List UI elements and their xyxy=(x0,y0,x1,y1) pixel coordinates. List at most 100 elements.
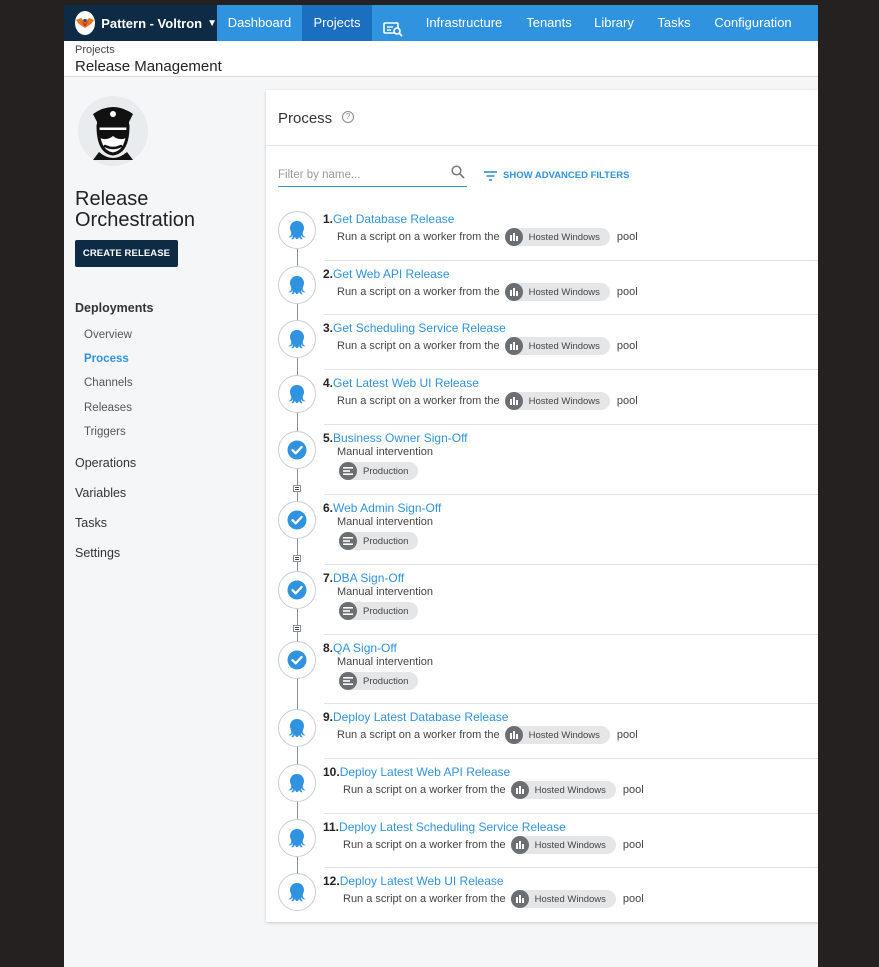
step-desc-text: Run a script on a worker from the xyxy=(337,340,500,352)
nav-projects[interactable]: Projects xyxy=(302,5,372,41)
step-desc-text: Run a script on a worker from the xyxy=(337,231,500,243)
environment-icon xyxy=(339,602,357,620)
step-name-link[interactable]: Deploy Latest Database Release xyxy=(333,710,508,724)
step-desc-text: Run a script on a worker from the xyxy=(337,395,500,407)
step-title: 10.Deploy Latest Web API Release xyxy=(323,765,510,779)
step-title: 2.Get Web API Release xyxy=(323,267,450,281)
worker-pool-chip[interactable]: Hosted Windows xyxy=(504,228,610,246)
environment-chip[interactable]: Production xyxy=(339,532,419,550)
sidebar-item-overview[interactable]: Overview xyxy=(84,329,132,341)
space-name: Pattern - Voltron xyxy=(101,15,203,31)
caret-down-icon: ▼ xyxy=(207,17,217,29)
process-title: Process xyxy=(278,110,333,127)
nav-library[interactable]: Library xyxy=(584,5,644,41)
breadcrumb[interactable]: Projects xyxy=(75,44,115,56)
step-divider xyxy=(324,369,818,370)
filter-input[interactable] xyxy=(278,165,443,185)
step-description: Manual intervention xyxy=(337,446,434,458)
nav-dashboard[interactable]: Dashboard xyxy=(217,5,302,41)
sidebar-item-process[interactable]: Process xyxy=(84,353,129,365)
nav-tenants[interactable]: Tenants xyxy=(514,5,584,41)
step-name-link[interactable]: Business Owner Sign-Off xyxy=(333,431,468,445)
step-number: 4. xyxy=(323,376,334,390)
sidebar-item-channels[interactable]: Channels xyxy=(84,377,133,389)
step-number: 1. xyxy=(323,212,334,226)
process-step[interactable]: 7.DBA Sign-Off Manual intervention Product… xyxy=(266,555,818,634)
step-divider xyxy=(324,564,818,565)
sidebar-section-settings[interactable]: Settings xyxy=(75,546,120,560)
project-name: Release Orchestration xyxy=(75,188,196,231)
process-step[interactable]: 12.Deploy Latest Web UI Release Run a scr… xyxy=(266,867,818,922)
process-step[interactable]: 4.Get Latest Web UI Release Run a script … xyxy=(266,369,818,424)
nav-tasks[interactable]: Tasks xyxy=(644,5,704,41)
octopus-icon xyxy=(278,819,316,857)
step-title: 12.Deploy Latest Web UI Release xyxy=(323,874,504,888)
sidebar-section-deployments[interactable]: Deployments xyxy=(75,301,154,315)
step-number: 5. xyxy=(323,431,334,445)
search-icon[interactable] xyxy=(451,165,465,184)
worker-pool-chip[interactable]: Hosted Windows xyxy=(504,392,610,410)
step-desc-suffix: pool xyxy=(622,893,644,905)
process-step[interactable]: 8.QA Sign-Off Manual intervention Producti… xyxy=(266,625,818,704)
step-name-link[interactable]: Deploy Latest Web UI Release xyxy=(340,874,504,888)
process-step[interactable]: 10.Deploy Latest Web API Release Run a sc… xyxy=(266,758,818,813)
process-step[interactable]: 2.Get Web API Release Run a script on a w… xyxy=(266,260,818,315)
nav-infrastructure[interactable]: Infrastructure xyxy=(414,5,514,41)
space-selector[interactable]: Pattern - Voltron ▼ xyxy=(64,5,217,41)
help-icon[interactable]: ? xyxy=(342,111,354,123)
step-name-link[interactable]: Deploy Latest Scheduling Service Release xyxy=(339,820,566,834)
step-desc-suffix: pool xyxy=(622,839,644,851)
worker-pool-icon xyxy=(510,836,529,854)
environment-chip[interactable]: Production xyxy=(339,602,419,620)
step-number: 10. xyxy=(323,765,340,779)
process-step[interactable]: 3.Get Scheduling Service Release Run a sc… xyxy=(266,314,818,369)
process-step[interactable]: 6.Web Admin Sign-Off Manual intervention P… xyxy=(266,485,818,564)
worker-pool-chip[interactable]: Hosted Windows xyxy=(504,283,610,301)
step-name-link[interactable]: Deploy Latest Web API Release xyxy=(340,765,511,779)
environment-chip[interactable]: Production xyxy=(339,672,419,690)
octopus-icon xyxy=(278,266,316,304)
check-circle-icon xyxy=(278,501,316,539)
check-circle-icon xyxy=(278,571,316,609)
worker-pool-chip[interactable]: Hosted Windows xyxy=(504,337,610,355)
process-step[interactable]: 1.Get Database Release Run a script on a … xyxy=(266,205,818,260)
worker-pool-chip[interactable]: Hosted Windows xyxy=(504,726,610,744)
worker-pool-icon xyxy=(504,392,523,410)
step-description: Run a script on a worker from the Hosted … xyxy=(337,228,638,246)
environment-chip[interactable]: Production xyxy=(339,462,419,480)
sidebar-item-triggers[interactable]: Triggers xyxy=(84,426,126,438)
step-desc-text: Run a script on a worker from the xyxy=(343,839,506,851)
step-name-link[interactable]: DBA Sign-Off xyxy=(333,571,404,585)
process-step[interactable]: 5.Business Owner Sign-Off Manual interven… xyxy=(266,424,818,494)
sidebar-section-operations[interactable]: Operations xyxy=(75,456,136,470)
step-name-link[interactable]: Get Web API Release xyxy=(333,267,450,281)
step-name-link[interactable]: Get Scheduling Service Release xyxy=(333,321,506,335)
process-step[interactable]: 9.Deploy Latest Database Release Run a sc… xyxy=(266,703,818,758)
worker-pool-name: Hosted Windows xyxy=(528,729,600,741)
sidebar-item-releases[interactable]: Releases xyxy=(84,402,132,414)
step-name-link[interactable]: Web Admin Sign-Off xyxy=(333,501,441,515)
step-name-link[interactable]: QA Sign-Off xyxy=(333,641,397,655)
parallel-step-icon xyxy=(293,485,301,492)
worker-pool-chip[interactable]: Hosted Windows xyxy=(510,836,616,854)
step-title: 8.QA Sign-Off xyxy=(323,641,397,655)
step-name-link[interactable]: Get Database Release xyxy=(333,212,454,226)
worker-pool-name: Hosted Windows xyxy=(528,395,600,407)
process-step[interactable]: 11.Deploy Latest Scheduling Service Rele… xyxy=(266,813,818,868)
worker-pool-chip[interactable]: Hosted Windows xyxy=(510,890,616,908)
worker-pool-chip[interactable]: Hosted Windows xyxy=(510,781,616,799)
octopus-icon xyxy=(278,375,316,413)
step-divider xyxy=(324,634,818,635)
step-title: 9.Deploy Latest Database Release xyxy=(323,710,508,724)
sidebar-section-tasks[interactable]: Tasks xyxy=(75,516,107,530)
show-advanced-filters-button[interactable]: SHOW ADVANCED FILTERS xyxy=(484,170,630,181)
step-number: 8. xyxy=(323,641,334,655)
nav-configuration[interactable]: Configuration xyxy=(704,5,802,41)
filter-field[interactable] xyxy=(278,165,467,187)
environment-name: Production xyxy=(363,605,409,617)
sidebar-section-variables[interactable]: Variables xyxy=(75,486,126,500)
create-release-button[interactable]: CREATE RELEASE xyxy=(75,240,178,267)
step-name-link[interactable]: Get Latest Web UI Release xyxy=(333,376,479,390)
worker-pool-icon xyxy=(504,228,523,246)
nav-search-button[interactable] xyxy=(372,5,414,41)
